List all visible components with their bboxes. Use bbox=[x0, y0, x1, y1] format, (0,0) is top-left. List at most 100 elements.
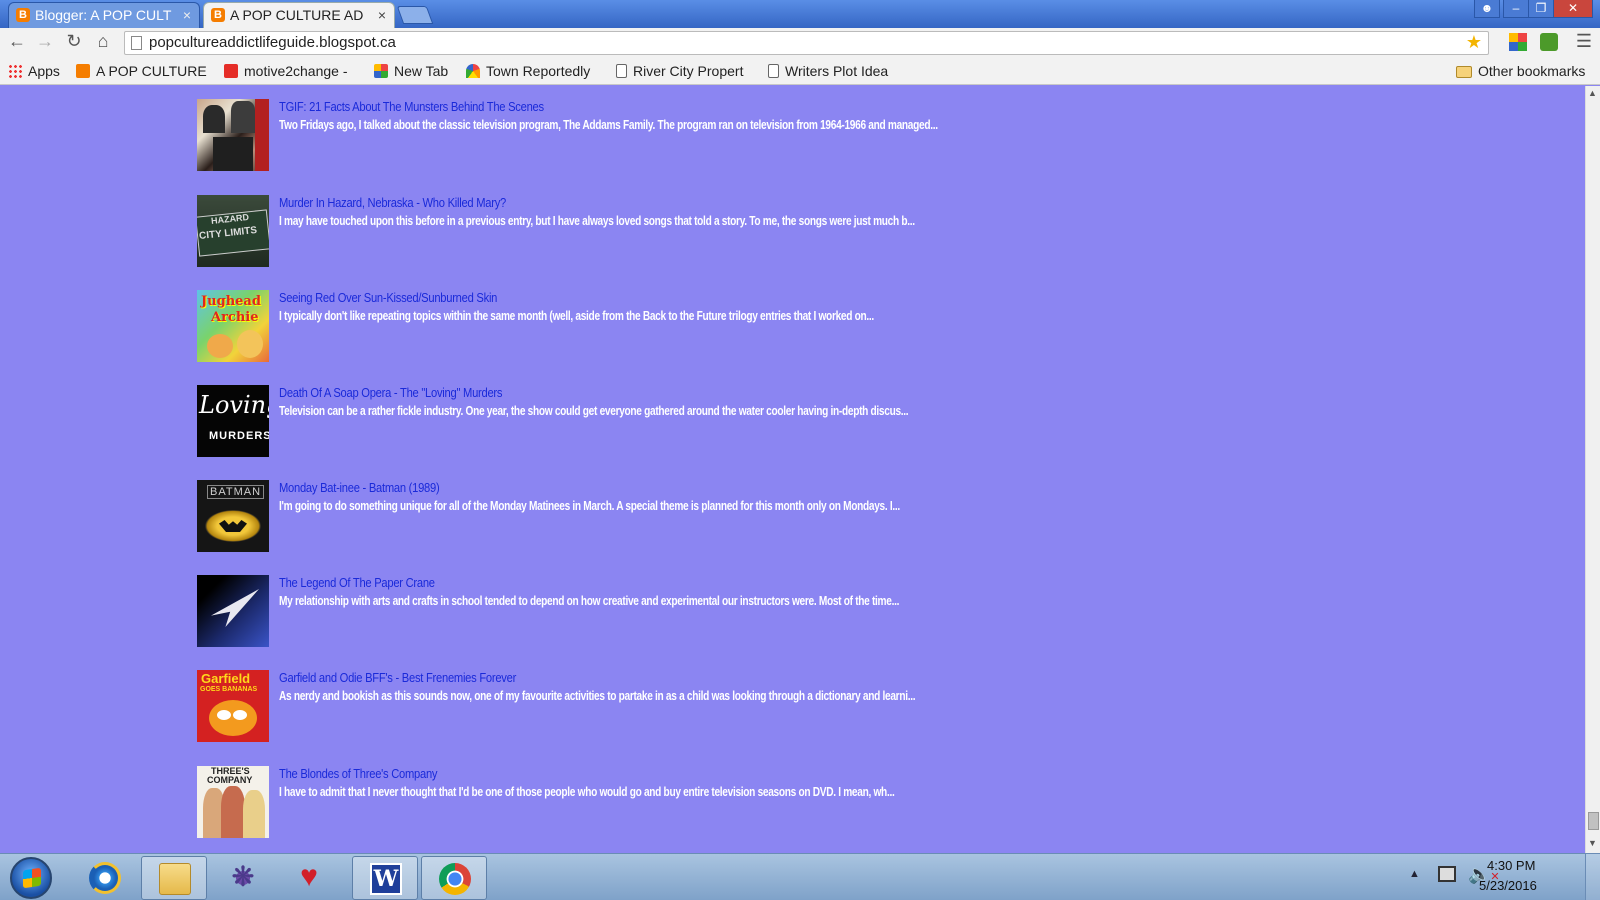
post-thumbnail[interactable] bbox=[197, 575, 269, 647]
extension-icon[interactable] bbox=[1509, 33, 1527, 51]
bookmark-town-reportedly[interactable]: Town Reportedly bbox=[466, 61, 604, 81]
restore-button[interactable]: ❐ bbox=[1528, 0, 1554, 18]
bookmark-writers-plot[interactable]: Writers Plot Idea bbox=[768, 61, 906, 81]
tab-label: A POP CULTURE AD bbox=[230, 7, 364, 23]
address-bar[interactable]: popcultureaddictlifeguide.blogspot.ca ★ bbox=[124, 31, 1489, 55]
user-icon[interactable]: ☻ bbox=[1474, 0, 1500, 18]
taskbar-internet-explorer[interactable] bbox=[72, 856, 138, 900]
post-title-link[interactable]: TGIF: 21 Facts About The Munsters Behind… bbox=[279, 99, 544, 114]
post-thumbnail[interactable]: Jughead Archie bbox=[197, 290, 269, 362]
extension-shield-icon[interactable] bbox=[1540, 33, 1558, 51]
taskbar-chrome[interactable] bbox=[421, 856, 487, 900]
clock-date[interactable]: 5/23/2016 bbox=[1479, 878, 1537, 893]
minimize-button[interactable]: – bbox=[1503, 0, 1529, 18]
taskbar-spider-solitaire[interactable]: ❋ bbox=[210, 856, 276, 900]
show-hidden-icons[interactable]: ▲ bbox=[1409, 868, 1420, 880]
bookmark-pop-culture[interactable]: A POP CULTURE A bbox=[76, 61, 210, 81]
post-thumbnail[interactable]: BATMAN bbox=[197, 480, 269, 552]
reload-icon[interactable]: ↻ bbox=[63, 31, 85, 52]
bookmarks-bar: Apps A POP CULTURE A motive2change - New… bbox=[0, 58, 1600, 85]
bookmark-label: Apps bbox=[28, 63, 60, 79]
scroll-down-icon[interactable]: ▼ bbox=[1588, 838, 1597, 848]
scroll-up-icon[interactable]: ▲ bbox=[1588, 88, 1597, 98]
bookmark-apps[interactable]: Apps bbox=[8, 61, 60, 81]
back-icon[interactable]: ← bbox=[6, 31, 28, 52]
blogger-icon bbox=[76, 64, 90, 78]
close-tab-icon[interactable]: × bbox=[183, 3, 191, 27]
blogger-icon bbox=[211, 3, 225, 27]
clock-time[interactable]: 4:30 PM bbox=[1487, 858, 1535, 873]
page-content: TGIF: 21 Facts About The Munsters Behind… bbox=[0, 86, 1585, 853]
post-thumbnail[interactable]: HAZARD CITY LIMITS bbox=[197, 195, 269, 267]
post-title-link[interactable]: Seeing Red Over Sun-Kissed/Sunburned Ski… bbox=[279, 290, 497, 305]
page-icon bbox=[616, 64, 627, 78]
tab-blogger[interactable]: Blogger: A POP CULT × bbox=[8, 2, 200, 28]
close-window-button[interactable]: ✕ bbox=[1553, 0, 1593, 18]
other-bookmarks-label: Other bookmarks bbox=[1478, 63, 1586, 79]
youtube-icon bbox=[224, 64, 238, 78]
scrollbar-thumb[interactable] bbox=[1588, 812, 1599, 830]
start-button[interactable] bbox=[10, 857, 52, 899]
apps-icon bbox=[8, 64, 22, 78]
thumbnail-text: Archie bbox=[211, 310, 259, 325]
post-item: THREE'S COMPANY The Blondes of Three's C… bbox=[197, 766, 1097, 838]
browser-toolbar: ← → ↻ ⌂ popcultureaddictlifeguide.blogsp… bbox=[0, 28, 1600, 58]
post-snippet: I have to admit that I never thought tha… bbox=[279, 784, 895, 799]
network-icon[interactable] bbox=[1438, 866, 1456, 882]
nbc-icon bbox=[466, 64, 480, 78]
post-thumbnail[interactable] bbox=[197, 99, 269, 171]
new-tab-button[interactable] bbox=[396, 6, 434, 24]
page-icon bbox=[131, 36, 142, 50]
post-title-link[interactable]: Garfield and Odie BFF's - Best Frenemies… bbox=[279, 670, 516, 685]
tab-pop-culture[interactable]: A POP CULTURE AD × bbox=[203, 2, 395, 28]
post-title-link[interactable]: Monday Bat-inee - Batman (1989) bbox=[279, 480, 440, 495]
bookmark-label: River City Propert bbox=[633, 63, 744, 79]
bookmark-label: Writers Plot Idea bbox=[785, 63, 889, 79]
post-snippet: Television can be a rather fickle indust… bbox=[279, 403, 909, 418]
thumbnail-text: GOES BANANAS bbox=[200, 686, 258, 693]
page-icon bbox=[768, 64, 779, 78]
file-explorer-icon bbox=[159, 863, 191, 895]
post-snippet: I'm going to do something unique for all… bbox=[279, 498, 900, 513]
taskbar: ❋ ♥ W ▲ 🔈✕ 4:30 PM 5/23/2016 bbox=[0, 853, 1600, 900]
post-thumbnail[interactable]: Loving MURDERS bbox=[197, 385, 269, 457]
post-title-link[interactable]: The Legend Of The Paper Crane bbox=[279, 575, 435, 590]
vertical-scrollbar[interactable]: ▲ ▼ bbox=[1585, 86, 1600, 853]
post-title-link[interactable]: Murder In Hazard, Nebraska - Who Killed … bbox=[279, 195, 506, 210]
thumbnail-text: MURDERS bbox=[209, 430, 269, 442]
post-item: HAZARD CITY LIMITS Murder In Hazard, Neb… bbox=[197, 195, 1097, 267]
post-snippet: Two Fridays ago, I talked about the clas… bbox=[279, 117, 938, 132]
post-thumbnail[interactable]: THREE'S COMPANY bbox=[197, 766, 269, 838]
forward-icon[interactable]: → bbox=[34, 31, 56, 52]
post-snippet: I typically don't like repeating topics … bbox=[279, 308, 874, 323]
home-icon[interactable]: ⌂ bbox=[92, 31, 114, 52]
bookmark-new-tab[interactable]: New Tab bbox=[374, 61, 448, 81]
thumbnail-text: Loving bbox=[199, 391, 269, 419]
taskbar-file-explorer[interactable] bbox=[141, 856, 207, 900]
taskbar-hearts[interactable]: ♥ bbox=[276, 856, 342, 900]
menu-icon[interactable]: ☰ bbox=[1573, 31, 1595, 52]
spider-solitaire-icon: ❋ bbox=[227, 862, 259, 894]
post-thumbnail[interactable]: Garfield GOES BANANAS bbox=[197, 670, 269, 742]
bookmark-star-icon[interactable]: ★ bbox=[1466, 32, 1482, 53]
address-url[interactable]: popcultureaddictlifeguide.blogspot.ca bbox=[149, 34, 396, 51]
chrome-icon bbox=[439, 863, 471, 895]
bookmark-river-city[interactable]: River City Propert bbox=[616, 61, 754, 81]
close-tab-icon[interactable]: × bbox=[378, 3, 386, 27]
bookmark-motive2change[interactable]: motive2change - bbox=[224, 61, 358, 81]
tab-label: Blogger: A POP CULT bbox=[35, 7, 172, 23]
bookmark-label: motive2change - bbox=[244, 63, 348, 79]
post-item: BATMAN Monday Bat-inee - Batman (1989) I… bbox=[197, 480, 1097, 552]
post-title-link[interactable]: The Blondes of Three's Company bbox=[279, 766, 438, 781]
post-item: TGIF: 21 Facts About The Munsters Behind… bbox=[197, 99, 1097, 171]
internet-explorer-icon bbox=[89, 862, 121, 894]
post-title-link[interactable]: Death Of A Soap Opera - The "Loving" Mur… bbox=[279, 385, 502, 400]
blogger-icon bbox=[16, 3, 30, 27]
other-bookmarks[interactable]: Other bookmarks bbox=[1456, 61, 1585, 81]
thumbnail-text: COMPANY bbox=[207, 775, 253, 785]
post-item: Loving MURDERS Death Of A Soap Opera - T… bbox=[197, 385, 1097, 457]
taskbar-word[interactable]: W bbox=[352, 856, 418, 900]
hearts-game-icon: ♥ bbox=[300, 860, 318, 893]
show-desktop-button[interactable] bbox=[1585, 854, 1600, 900]
thumbnail-text: BATMAN bbox=[207, 485, 265, 499]
